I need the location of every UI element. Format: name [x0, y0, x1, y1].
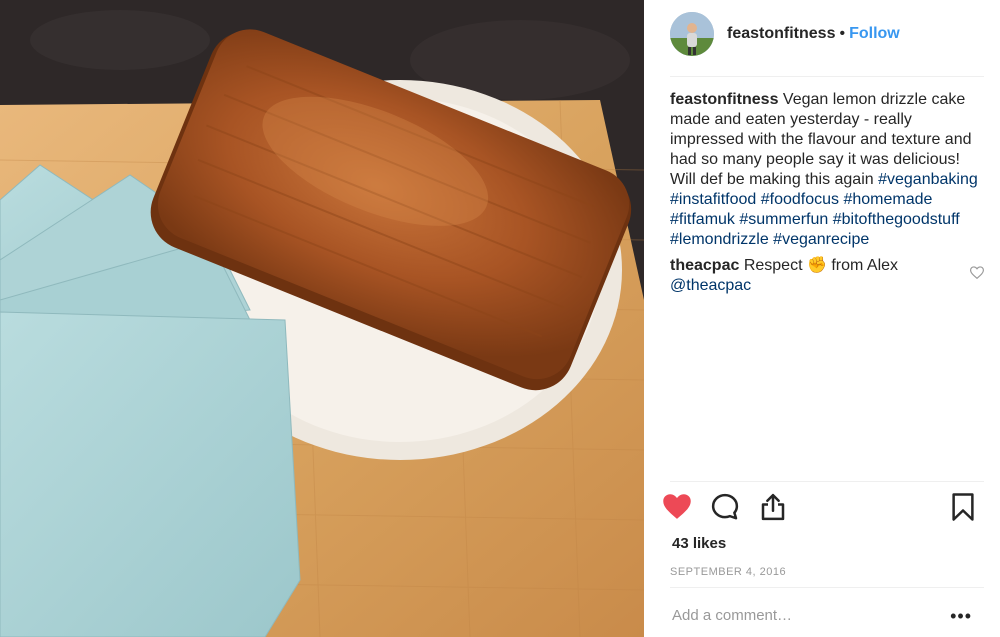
header-username-link[interactable]: feastonfitness: [727, 25, 835, 42]
post-side-panel: feastonfitness • Follow feastonfitness Veg…: [644, 0, 1000, 637]
action-bar: [644, 490, 1000, 526]
header-separator: •: [839, 25, 846, 42]
comment-divider: [670, 587, 984, 588]
caption-username-link[interactable]: feastonfitness: [670, 91, 778, 108]
post-header: feastonfitness • Follow: [644, 0, 1000, 76]
hashtag-link[interactable]: #veganrecipe: [773, 231, 869, 248]
heart-filled-icon[interactable]: [662, 492, 692, 522]
share-upload-icon[interactable]: [758, 492, 788, 522]
add-comment-input[interactable]: Add a comment…: [672, 606, 932, 626]
comment-text-after: from Alex: [831, 257, 899, 274]
post-photo[interactable]: [0, 0, 644, 637]
header-divider: [670, 76, 984, 77]
more-options-button[interactable]: •••: [950, 607, 972, 625]
header-text: feastonfitness • Follow: [727, 24, 900, 44]
hashtag-link[interactable]: #homemade: [843, 191, 932, 208]
hashtag-link[interactable]: #foodfocus: [761, 191, 839, 208]
hashtag-link[interactable]: #fitfamuk: [670, 211, 735, 228]
comment-bubble-icon[interactable]: [710, 492, 740, 522]
comments-list: feastonfitness Vegan lemon drizzle cake …: [670, 90, 990, 296]
post-date: SEPTEMBER 4, 2016: [670, 566, 787, 578]
hashtag-link[interactable]: #lemondrizzle: [670, 231, 769, 248]
bookmark-icon[interactable]: [948, 492, 978, 522]
lemon-drizzle-cake-image: [0, 0, 644, 637]
instagram-post: feastonfitness • Follow feastonfitness Veg…: [0, 0, 1000, 637]
caption-comment: feastonfitness Vegan lemon drizzle cake …: [670, 90, 990, 250]
avatar-photo-icon: [670, 12, 714, 56]
hashtag-link[interactable]: #bitofthegoodstuff: [833, 211, 960, 228]
hashtag-link[interactable]: #instafitfood: [670, 191, 756, 208]
hashtag-link[interactable]: #summerfun: [739, 211, 828, 228]
comment-text-before: Respect: [743, 257, 803, 274]
follow-button[interactable]: Follow: [849, 25, 900, 42]
comment-username-link[interactable]: theacpac: [670, 257, 739, 274]
mention-link[interactable]: @theacpac: [670, 277, 751, 294]
avatar[interactable]: [670, 12, 714, 56]
comment-like-heart-icon[interactable]: [970, 266, 984, 279]
actions-divider: [670, 481, 984, 482]
hashtag-link[interactable]: #veganbaking: [878, 171, 978, 188]
likes-count[interactable]: 43 likes: [672, 535, 726, 553]
raised-fist-emoji: ✊: [806, 257, 827, 274]
user-comment: theacpac Respect ✊ from Alex @theacpac: [670, 256, 990, 296]
